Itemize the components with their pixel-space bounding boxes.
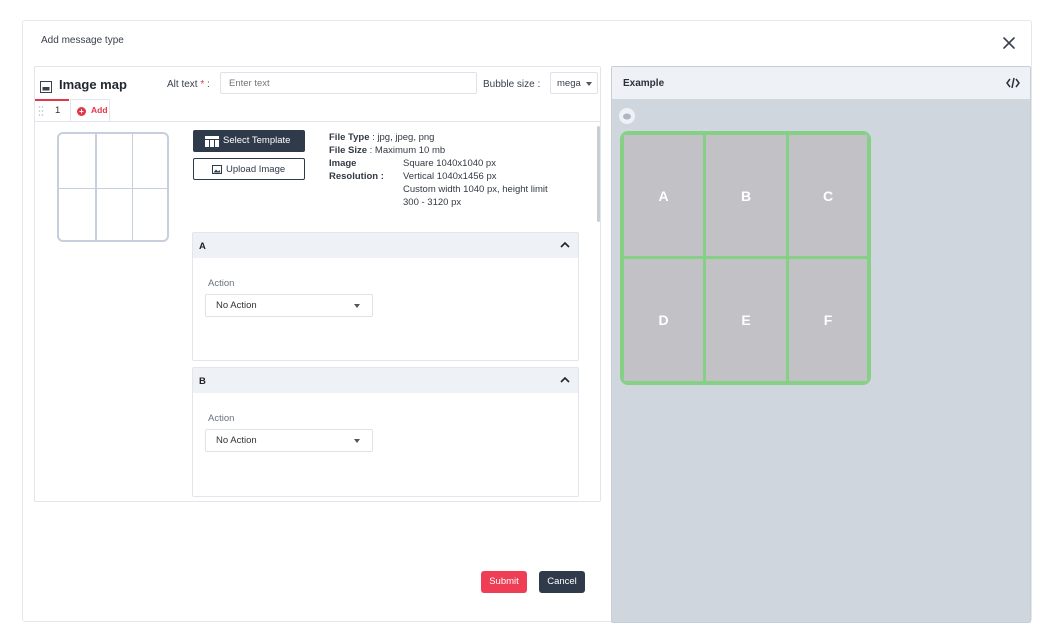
file-type-value: : jpg, jpeg, png — [372, 132, 435, 143]
cancel-button[interactable]: Cancel — [539, 571, 585, 593]
image-map-preview: A B C D E F — [620, 131, 871, 385]
chevron-up-icon[interactable] — [560, 241, 570, 249]
bot-avatar-icon — [619, 108, 635, 124]
caret-down-icon — [354, 439, 360, 443]
file-size-key: File Size — [329, 145, 368, 156]
alt-text-input[interactable] — [220, 72, 477, 94]
area-label: F — [823, 312, 833, 328]
action-section-b: B Action No Action — [192, 367, 579, 497]
example-preview-panel: Example A B C D E F — [611, 66, 1031, 623]
image-key: Image — [329, 158, 357, 169]
thumbnail-cell — [59, 134, 97, 189]
editor-header: Image map Alt text * : Bubble size : meg… — [35, 67, 600, 100]
preview-area-a[interactable]: A — [622, 133, 705, 258]
action-select[interactable]: No Action — [205, 294, 373, 317]
bubble-size-label: Bubble size : — [483, 79, 541, 90]
select-template-label: Select Template — [223, 135, 291, 146]
select-template-button[interactable]: Select Template — [193, 130, 305, 152]
add-tab-label: Add — [91, 105, 108, 115]
image-map-icon — [40, 81, 52, 93]
drag-handle-icon[interactable] — [38, 105, 44, 117]
action-value: No Action — [216, 435, 257, 446]
section-header[interactable]: B — [193, 368, 578, 393]
section-title: A — [199, 241, 206, 252]
thumbnail-cell — [59, 188, 97, 240]
file-requirements: File Type : jpg, jpeg, png File Size : M… — [329, 131, 589, 209]
bubble-size-select[interactable]: mega — [550, 72, 598, 94]
thumbnail-cell — [132, 188, 167, 240]
upload-image-label: Upload Image — [226, 164, 286, 175]
tab-1[interactable]: 1 — [35, 99, 69, 121]
preview-area-c[interactable]: C — [787, 133, 869, 258]
action-section-a: A Action No Action — [192, 232, 579, 361]
thumbnail-cell — [95, 188, 133, 240]
caret-down-icon — [354, 304, 360, 308]
tab-label: 1 — [55, 105, 61, 116]
alt-text-label: Alt text * : — [167, 79, 210, 90]
template-thumbnail — [57, 132, 169, 242]
image-icon — [212, 165, 222, 174]
example-header: Example — [612, 67, 1030, 100]
submit-button[interactable]: Submit — [481, 571, 527, 593]
section-header[interactable]: A — [193, 233, 578, 258]
image-map-editor: Image map Alt text * : Bubble size : meg… — [34, 66, 601, 502]
area-label: B — [740, 187, 752, 204]
area-label: C — [822, 187, 834, 204]
preview-area-f[interactable]: F — [787, 257, 869, 383]
area-label: E — [741, 312, 751, 328]
resolution-line: Custom width 1040 px, height limit — [403, 184, 548, 195]
action-label: Action — [208, 413, 235, 424]
chevron-up-icon[interactable] — [560, 376, 570, 384]
action-label: Action — [208, 278, 235, 289]
action-select[interactable]: No Action — [205, 429, 373, 452]
example-title: Example — [623, 78, 665, 89]
scrollbar-thumb[interactable] — [597, 126, 600, 222]
editor-body: Select Template Upload Image File Type :… — [35, 121, 600, 501]
code-icon[interactable] — [1006, 77, 1020, 89]
preview-area-e[interactable]: E — [704, 257, 788, 383]
file-type-key: File Type — [329, 132, 370, 143]
template-icon — [205, 136, 219, 147]
modal-title: Add message type — [41, 35, 124, 46]
editor-title: Image map — [59, 77, 127, 92]
action-value: No Action — [216, 300, 257, 311]
add-message-type-modal: Add message type Image map Alt text * : … — [22, 20, 1032, 623]
section-title: B — [199, 376, 206, 387]
preview-area-d[interactable]: D — [622, 257, 705, 383]
resolution-line: 300 - 3120 px — [403, 197, 462, 208]
upload-image-button[interactable]: Upload Image — [193, 158, 305, 180]
area-label: D — [658, 312, 669, 328]
thumbnail-cell — [132, 134, 167, 189]
preview-area-b[interactable]: B — [704, 133, 788, 258]
file-size-value: : Maximum 10 mb — [369, 145, 446, 156]
image-map-tabs: 1 + Add — [35, 99, 600, 121]
resolution-line: Vertical 1040x1456 px — [403, 171, 497, 182]
caret-down-icon — [586, 82, 592, 86]
area-label: A — [658, 187, 669, 204]
thumbnail-cell — [95, 134, 133, 189]
add-tab-button[interactable]: + Add — [70, 99, 110, 121]
bubble-size-value: mega — [557, 78, 581, 89]
close-icon[interactable] — [1001, 35, 1017, 51]
resolution-key: Resolution : — [329, 171, 384, 182]
resolution-line: Square 1040x1040 px — [403, 158, 496, 169]
add-circle-icon: + — [77, 107, 86, 116]
